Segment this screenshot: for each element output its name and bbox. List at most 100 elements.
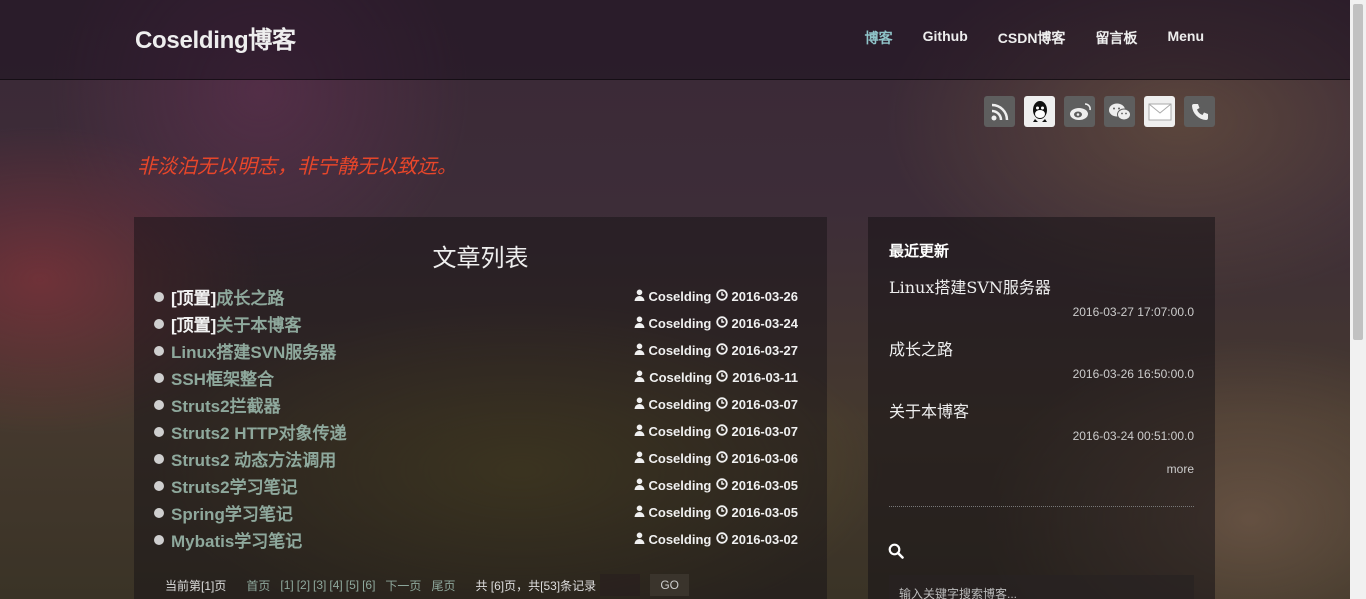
- user-icon: [634, 478, 645, 493]
- author-name: Coselding: [648, 397, 712, 412]
- first-page-link[interactable]: 首页: [246, 577, 270, 594]
- recent-item: 成长之路 2016-03-26 16:50:00.0: [889, 336, 1194, 398]
- bullet-icon: [154, 345, 164, 356]
- recent-title[interactable]: 关于本博客: [889, 398, 1194, 422]
- main-menu: 博客 Github CSDN博客 留言板 Menu: [865, 28, 1204, 48]
- nav-blog[interactable]: 博客: [865, 28, 893, 48]
- mail-icon[interactable]: [1144, 96, 1175, 127]
- article-title-link[interactable]: 成长之路: [216, 284, 284, 309]
- nav-menu[interactable]: Menu: [1167, 28, 1204, 48]
- recent-heading: 最近更新: [889, 243, 950, 260]
- article-title-link[interactable]: Struts2拦截器: [171, 392, 281, 417]
- article-author: Coselding: [634, 451, 711, 466]
- article-author: Coselding: [634, 397, 711, 412]
- site-brand[interactable]: Coselding博客: [135, 20, 296, 55]
- top-navbar: Coselding博客 博客 Github CSDN博客 留言板 Menu: [0, 0, 1350, 80]
- article-title-link[interactable]: 关于本博客: [216, 311, 301, 336]
- date-text: 2016-03-26: [731, 289, 799, 304]
- article-title-link[interactable]: Struts2 HTTP对象传递: [171, 419, 347, 444]
- pinned-tag: [顶置]: [171, 316, 217, 335]
- clock-icon: [716, 370, 728, 385]
- article-title-link[interactable]: SSH框架整合: [171, 365, 274, 390]
- bullet-icon: [154, 534, 164, 545]
- last-page-link[interactable]: 尾页: [431, 577, 455, 594]
- page-link-2[interactable]: [2]: [297, 578, 310, 592]
- user-icon: [634, 316, 645, 331]
- date-text: 2016-03-05: [731, 478, 799, 493]
- article-meta: Coselding 2016-03-02: [634, 532, 799, 547]
- article-row: Struts2 HTTP对象传递 Coselding 2016-03-07: [154, 418, 798, 445]
- page-scrollbar[interactable]: [1350, 0, 1366, 599]
- article-meta: Coselding 2016-03-26: [634, 289, 799, 304]
- wechat-icon[interactable]: [1104, 96, 1135, 127]
- article-author: Coselding: [634, 424, 711, 439]
- pinned-tag: [顶置]: [171, 289, 217, 308]
- panel-title: 文章列表: [432, 244, 529, 272]
- recent-list: Linux搭建SVN服务器 2016-03-27 17:07:00.0 成长之路…: [889, 274, 1194, 460]
- author-name: Coselding: [648, 343, 712, 358]
- article-title-link[interactable]: Mybatis学习笔记: [171, 527, 302, 552]
- page-number-input[interactable]: [600, 574, 641, 596]
- scrollbar-thumb[interactable]: [1353, 4, 1363, 340]
- date-text: 2016-03-24: [731, 316, 799, 331]
- weibo-icon[interactable]: [1064, 96, 1095, 127]
- clock-icon: [715, 343, 728, 358]
- user-icon: [634, 451, 645, 466]
- pagination: 当前第[1]页 首页 [1] [2] [3] [4] [5] [6] 下一页 尾…: [165, 574, 690, 596]
- recent-time: 2016-03-24 00:51:00.0: [1072, 429, 1194, 443]
- page-summary: 共 [6]页，共[53]条记录: [475, 578, 597, 593]
- article-row: SSH框架整合 Coselding 2016-03-11: [154, 364, 798, 391]
- article-date: 2016-03-24: [715, 316, 799, 331]
- nav-csdn[interactable]: CSDN博客: [998, 28, 1066, 48]
- recent-title[interactable]: Linux搭建SVN服务器: [889, 274, 1194, 298]
- article-title-link[interactable]: Spring学习笔记: [171, 500, 293, 525]
- article-author: Coselding: [634, 316, 711, 331]
- qq-icon[interactable]: [1024, 96, 1055, 127]
- article-author: Coselding: [634, 478, 711, 493]
- article-meta: Coselding 2016-03-11: [634, 370, 798, 385]
- article-date: 2016-03-26: [715, 289, 799, 304]
- article-date: 2016-03-07: [715, 397, 799, 412]
- social-links: [984, 96, 1215, 127]
- motto: 非淡泊无以明志，非宁静无以致远。: [137, 154, 457, 178]
- user-icon: [634, 505, 645, 520]
- page-link-3[interactable]: [3]: [313, 578, 326, 592]
- search-icon: [888, 543, 904, 564]
- author-name: Coselding: [649, 370, 713, 385]
- divider: [889, 506, 1194, 507]
- recent-time: 2016-03-27 17:07:00.0: [1072, 305, 1194, 319]
- article-date: 2016-03-02: [715, 532, 799, 547]
- article-title-link[interactable]: Struts2学习笔记: [171, 473, 298, 498]
- next-page-link[interactable]: 下一页: [385, 577, 421, 594]
- bullet-icon: [154, 426, 164, 437]
- author-name: Coselding: [648, 505, 712, 520]
- date-text: 2016-03-02: [731, 532, 799, 547]
- recent-item: Linux搭建SVN服务器 2016-03-27 17:07:00.0: [889, 274, 1194, 336]
- nav-guestbook[interactable]: 留言板: [1095, 28, 1137, 48]
- article-row: Struts2 动态方法调用 Coselding 2016-03-06: [154, 445, 798, 472]
- phone-icon[interactable]: [1184, 96, 1215, 127]
- more-link[interactable]: more: [1167, 462, 1194, 476]
- date-text: 2016-03-07: [731, 397, 799, 412]
- bullet-icon: [154, 399, 164, 410]
- go-button[interactable]: GO: [650, 574, 690, 596]
- page-link-6[interactable]: [6]: [362, 578, 375, 592]
- article-author: Coselding: [634, 343, 711, 358]
- search-input[interactable]: 输入关键字搜索博客...: [889, 575, 1194, 599]
- page-link-4[interactable]: [4]: [329, 578, 342, 592]
- article-title-link[interactable]: Struts2 动态方法调用: [171, 446, 336, 471]
- clock-icon: [715, 451, 728, 466]
- nav-github[interactable]: Github: [923, 28, 968, 48]
- article-title-link[interactable]: Linux搭建SVN服务器: [171, 338, 336, 363]
- user-icon: [634, 343, 645, 358]
- bullet-icon: [154, 318, 164, 329]
- recent-time: 2016-03-26 16:50:00.0: [1072, 367, 1194, 381]
- page-link-5[interactable]: [5]: [346, 578, 359, 592]
- recent-title[interactable]: 成长之路: [889, 336, 1194, 360]
- page-link-1[interactable]: [1]: [280, 578, 293, 592]
- article-meta: Coselding 2016-03-07: [634, 424, 798, 439]
- clock-icon: [715, 316, 728, 331]
- article-meta: Coselding 2016-03-05: [634, 478, 799, 493]
- rss-icon[interactable]: [984, 96, 1015, 127]
- clock-icon: [715, 289, 728, 304]
